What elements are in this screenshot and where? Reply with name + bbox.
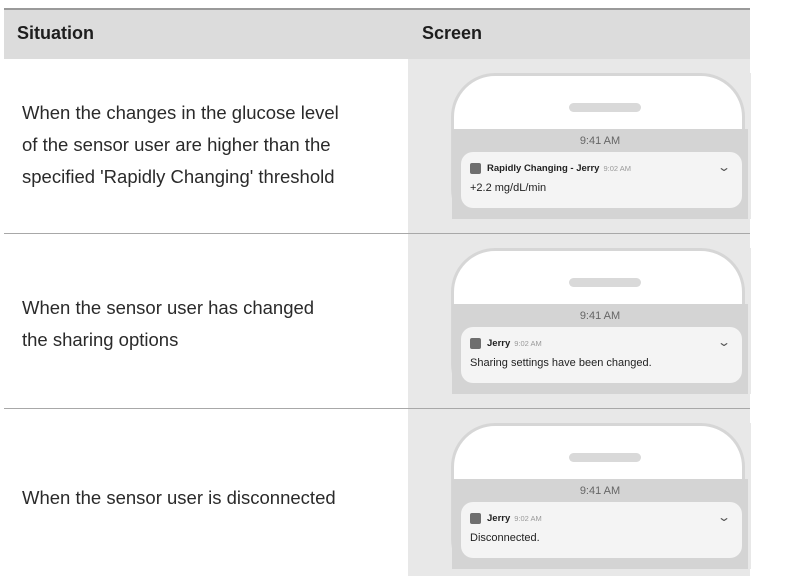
lock-screen: 9:41 AM Jerry 9:02 AM ⌄ Sharing settings … (452, 304, 748, 394)
situation-line: specified 'Rapidly Changing' threshold (22, 166, 335, 187)
row-divider (4, 408, 750, 409)
phone-speaker (569, 278, 641, 287)
situation-text-disconnected: When the sensor user is disconnected (22, 482, 336, 514)
lock-screen-time: 9:41 AM (579, 135, 621, 147)
notification-title-text: Jerry (487, 338, 511, 349)
phone-mockup-disconnected: 9:41 AM Jerry 9:02 AM ⌄ Disconnected. (449, 423, 751, 569)
chevron-down-icon[interactable]: ⌄ (717, 335, 731, 349)
situation-line: the sharing options (22, 329, 179, 350)
notification-body: +2.2 mg/dL/min (470, 182, 547, 194)
phone-mockup-sharing-changed: 9:41 AM Jerry 9:02 AM ⌄ Sharing settings … (449, 248, 751, 394)
app-icon (470, 163, 481, 174)
lock-screen: 9:41 AM Jerry 9:02 AM ⌄ Disconnected. (452, 479, 748, 569)
notification-body: Sharing settings have been changed. (470, 357, 652, 369)
lock-screen: 9:41 AM Rapidly Changing - Jerry 9:02 AM … (452, 129, 748, 219)
header-screen: Screen (422, 23, 483, 43)
phone-speaker (569, 103, 641, 112)
situation-line: When the sensor user is disconnected (22, 487, 336, 508)
notification-time: 9:02 AM (514, 514, 542, 523)
notification-title-text: Jerry (487, 513, 511, 524)
notification-time: 9:02 AM (603, 164, 631, 173)
situation-line: When the sensor user has changed (22, 297, 315, 318)
notification-title: Rapidly Changing - Jerry 9:02 AM (487, 163, 631, 174)
lock-screen-time: 9:41 AM (579, 485, 621, 497)
chevron-down-icon[interactable]: ⌄ (717, 510, 731, 524)
phone-mockup-rapid-change: 9:41 AM Rapidly Changing - Jerry 9:02 AM … (449, 73, 751, 219)
situation-line: of the sensor user are higher than the (22, 134, 331, 155)
notification-time: 9:02 AM (514, 339, 542, 348)
notification-title-text: Rapidly Changing - Jerry (487, 163, 600, 174)
lock-screen-time: 9:41 AM (579, 310, 621, 322)
situation-text-rapid-change: When the changes in the glucose level of… (22, 97, 339, 193)
notification-title: Jerry 9:02 AM (487, 338, 542, 349)
app-icon (470, 513, 481, 524)
row-divider (4, 233, 750, 234)
notification-table: Situation Screen When the changes in the… (0, 0, 790, 578)
situation-line: When the changes in the glucose level (22, 102, 339, 123)
notification-card[interactable]: Jerry 9:02 AM ⌄ Sharing settings have bee… (461, 327, 742, 383)
phone-speaker (569, 453, 641, 462)
table-header: Situation Screen (4, 10, 750, 59)
notification-body: Disconnected. (470, 532, 540, 544)
app-icon (470, 338, 481, 349)
header-situation: Situation (17, 23, 94, 43)
notification-card[interactable]: Rapidly Changing - Jerry 9:02 AM ⌄ +2.2 m… (461, 152, 742, 208)
chevron-down-icon[interactable]: ⌄ (717, 160, 731, 174)
notification-title: Jerry 9:02 AM (487, 513, 542, 524)
situation-text-sharing-changed: When the sensor user has changed the sha… (22, 292, 314, 356)
notification-card[interactable]: Jerry 9:02 AM ⌄ Disconnected. (461, 502, 742, 558)
